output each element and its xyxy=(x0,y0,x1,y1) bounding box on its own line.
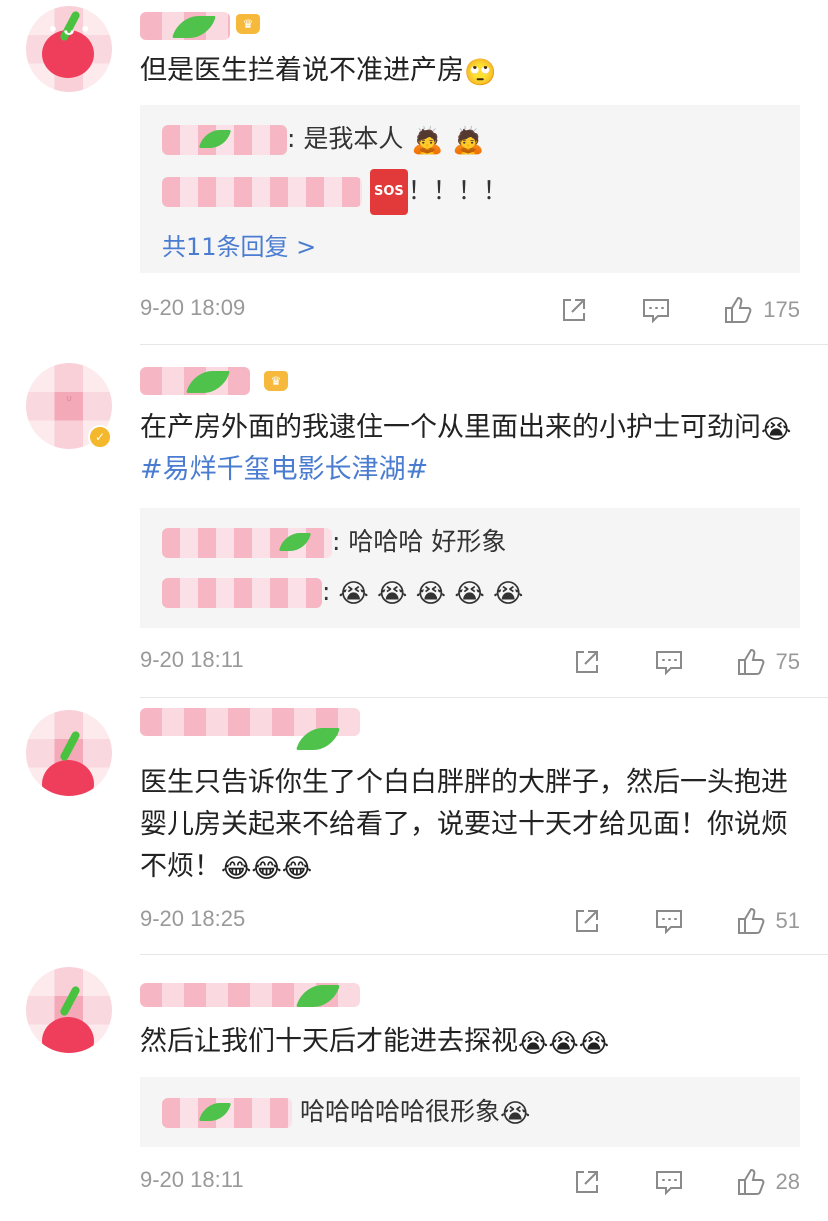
like-button[interactable]: 51 xyxy=(736,906,800,936)
like-button[interactable]: 175 xyxy=(723,295,800,325)
comment-meta: 9-20 18:11 28 xyxy=(140,1167,800,1199)
nickname-blurred[interactable] xyxy=(140,12,230,40)
avatar[interactable] xyxy=(26,967,112,1053)
comment-button[interactable] xyxy=(654,906,684,936)
emoji: 😂😂😂 xyxy=(221,854,313,884)
reply-box[interactable]: : 哈哈哈 好形象 : 😭 😭 😭 😭 😭 xyxy=(140,508,800,628)
comment-button[interactable] xyxy=(654,647,684,677)
thumbs-up-icon xyxy=(736,1167,766,1197)
comment-meta: 9-20 18:25 51 xyxy=(140,906,800,938)
comment-item: • ᴗ • ♛ 但是医生拦着说不准进产房🙄 : 是我本人 🙇 🙇 SOS！！！！… xyxy=(0,0,828,345)
share-icon xyxy=(572,647,602,677)
comment-meta: 9-20 18:09 175 xyxy=(140,295,800,327)
share-button[interactable] xyxy=(572,647,602,677)
share-button[interactable] xyxy=(559,295,589,325)
share-icon xyxy=(559,295,589,325)
reply-nickname-blurred[interactable] xyxy=(162,528,332,558)
comment-button[interactable] xyxy=(654,1167,684,1197)
share-icon xyxy=(572,906,602,936)
comment-text: 但是医生拦着说不准进产房🙄 xyxy=(140,55,497,88)
emoji: 🙇 🙇 xyxy=(411,126,485,156)
reply-item[interactable]: : 哈哈哈 好形象 xyxy=(162,522,506,562)
comment-meta: 9-20 18:11 75 xyxy=(140,647,800,679)
timestamp: 9-20 18:25 xyxy=(140,906,246,931)
crown-icon: ♛ xyxy=(236,14,260,34)
comment-icon xyxy=(654,906,684,936)
timestamp: 9-20 18:09 xyxy=(140,295,246,320)
reply-box[interactable]: : 是我本人 🙇 🙇 SOS！！！！ 共11条回复 > xyxy=(140,105,800,273)
comment-text: 然后让我们十天后才能进去探视😭😭😭 xyxy=(140,1026,610,1059)
like-count: 175 xyxy=(763,297,800,322)
comment-icon xyxy=(654,647,684,677)
crown-icon: ♛ xyxy=(264,371,288,391)
like-button[interactable]: 28 xyxy=(736,1167,800,1197)
like-count: 28 xyxy=(775,1169,800,1194)
avatar[interactable] xyxy=(26,710,112,796)
reply-item[interactable]: SOS！！！！ xyxy=(162,169,508,215)
avatar[interactable]: • ᴗ • xyxy=(26,6,112,92)
more-replies-link[interactable]: 共11条回复 > xyxy=(162,227,316,262)
comment-item: 然后让我们十天后才能进去探视😭😭😭 哈哈哈哈哈很形象😭 9-20 18:11 2… xyxy=(0,955,828,1221)
comment-icon xyxy=(641,295,671,325)
reply-item[interactable]: 哈哈哈哈哈很形象😭 xyxy=(162,1092,530,1132)
reply-item[interactable]: : 是我本人 🙇 🙇 xyxy=(162,119,484,159)
comment-icon xyxy=(654,1167,684,1197)
share-button[interactable] xyxy=(572,1167,602,1197)
emoji: 🙄 xyxy=(464,58,497,88)
thumbs-up-icon xyxy=(723,295,753,325)
reply-nickname-blurred[interactable] xyxy=(162,125,287,155)
comment-item: 医生只告诉你生了个白白胖胖的大胖子，然后一头抱进婴儿房关起来不给看了，说要过十天… xyxy=(0,698,828,954)
reply-nickname-blurred[interactable] xyxy=(162,578,322,608)
reply-nickname-blurred[interactable] xyxy=(162,1098,292,1128)
like-button[interactable]: 75 xyxy=(736,647,800,677)
timestamp: 9-20 18:11 xyxy=(140,1167,244,1192)
nickname-blurred[interactable] xyxy=(140,708,360,750)
timestamp: 9-20 18:11 xyxy=(140,647,244,672)
thumbs-up-icon xyxy=(736,906,766,936)
reply-nickname-blurred[interactable] xyxy=(162,177,362,207)
emoji: 😭 xyxy=(499,1099,531,1129)
reply-box[interactable]: 哈哈哈哈哈很形象😭 xyxy=(140,1077,800,1147)
sos-icon: SOS xyxy=(369,169,408,215)
share-button[interactable] xyxy=(572,906,602,936)
share-icon xyxy=(572,1167,602,1197)
emoji: 😭 xyxy=(761,415,792,445)
like-count: 75 xyxy=(775,649,800,674)
nickname-blurred[interactable] xyxy=(140,983,360,1007)
hashtag-link[interactable]: #易烊千玺电影长津湖# xyxy=(140,454,428,485)
comment-button[interactable] xyxy=(641,295,671,325)
emoji: 😭😭😭 xyxy=(518,1029,610,1059)
nickname-blurred[interactable] xyxy=(140,367,250,395)
comment-text: 在产房外面的我逮住一个从里面出来的小护士可劲问😭#易烊千玺电影长津湖# xyxy=(140,412,792,485)
like-count: 51 xyxy=(775,908,800,933)
thumbs-up-icon xyxy=(736,647,766,677)
reply-item[interactable]: : 😭 😭 😭 😭 😭 xyxy=(162,572,523,612)
verified-badge-icon: ✓ xyxy=(88,425,112,449)
comment-text: 医生只告诉你生了个白白胖胖的大胖子，然后一头抱进婴儿房关起来不给看了，说要过十天… xyxy=(140,767,788,884)
emoji: 😭 😭 😭 😭 😭 xyxy=(338,579,524,609)
comment-item: ᐡ ✓ ♛ 在产房外面的我逮住一个从里面出来的小护士可劲问😭#易烊千玺电影长津湖… xyxy=(0,345,828,697)
